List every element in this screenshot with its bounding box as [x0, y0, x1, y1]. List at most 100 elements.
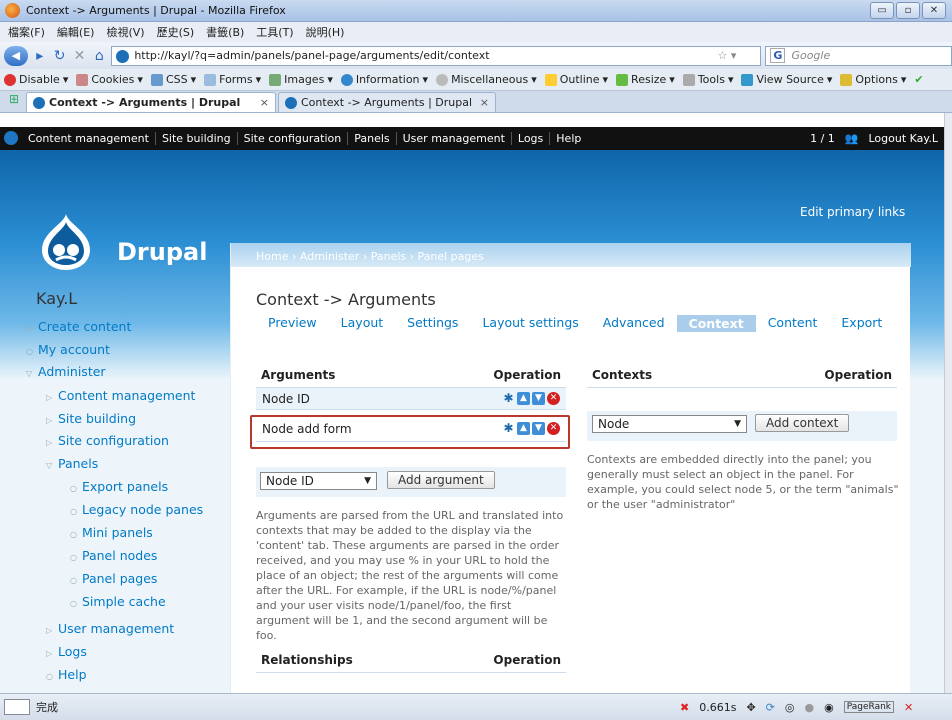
toolbar-disable[interactable]: Disable ▾	[4, 73, 68, 86]
delete-icon[interactable]: ✕	[547, 392, 560, 405]
tab-context[interactable]: Context	[676, 315, 756, 332]
toolbar-images[interactable]: Images ▾	[269, 73, 333, 86]
sidebar-item-my-account[interactable]: ○ My account	[26, 342, 110, 357]
timing-value: 0.661s	[699, 700, 737, 714]
sidebar-item-panel-nodes[interactable]: ○ Panel nodes	[70, 548, 157, 563]
tab-inactive[interactable]: Context -> Arguments | Drupal ×	[278, 92, 496, 112]
tab-close-icon[interactable]: ×	[480, 96, 489, 109]
stop-icon[interactable]: ✕	[72, 48, 88, 64]
chevron-down-icon: ▼	[734, 419, 741, 429]
menu-tools[interactable]: 工具(T)	[256, 24, 293, 40]
sync-icon[interactable]: ⟳	[766, 701, 775, 714]
tools-icon[interactable]: ✥	[746, 701, 755, 714]
menu-history[interactable]: 歷史(S)	[157, 24, 195, 40]
tab-layout-settings[interactable]: Layout settings	[470, 315, 590, 332]
admin-site-building[interactable]: Site building	[156, 132, 238, 145]
sidebar-item-user-management[interactable]: ▷ User management	[46, 621, 174, 636]
breadcrumb[interactable]: Home › Administer › Panels › Panel pages	[231, 243, 911, 267]
forward-dropdown-icon[interactable]: ▸	[32, 48, 48, 64]
bookmark-star-icon[interactable]: ☆ ▾	[718, 49, 737, 62]
drupal-logo-icon[interactable]	[38, 212, 94, 272]
tab-favicon	[33, 96, 45, 109]
close-window-button[interactable]: ✕	[922, 2, 946, 19]
toolbar-information[interactable]: Information ▾	[340, 73, 428, 86]
chevron-down-icon: ▼	[364, 476, 371, 486]
sidebar-item-export-panels[interactable]: ○ Export panels	[70, 479, 168, 494]
vertical-scrollbar[interactable]	[944, 113, 952, 693]
new-tab-icon[interactable]: ⊞	[4, 92, 24, 112]
menu-edit[interactable]: 編輯(E)	[57, 24, 95, 40]
toolbar-view-source[interactable]: View Source ▾	[741, 73, 832, 86]
toolbar-cookies[interactable]: Cookies ▾	[76, 73, 143, 86]
search-box[interactable]: G Google	[765, 45, 952, 66]
tab-export[interactable]: Export	[829, 315, 894, 332]
status-icon	[4, 699, 30, 715]
menu-help[interactable]: 說明(H)	[306, 24, 345, 40]
toolbar-tools[interactable]: Tools ▾	[682, 73, 733, 86]
drupal-icon[interactable]	[4, 131, 18, 145]
admin-help[interactable]: Help	[550, 132, 587, 145]
toolbar-css[interactable]: CSS ▾	[150, 73, 196, 86]
admin-site-configuration[interactable]: Site configuration	[238, 132, 349, 145]
configure-icon[interactable]: ✱	[502, 392, 515, 405]
sidebar-item-content-management[interactable]: ▷ Content management	[46, 388, 195, 403]
admin-logs[interactable]: Logs	[512, 132, 551, 145]
tab-preview[interactable]: Preview	[256, 315, 329, 332]
logout-link[interactable]: Logout Kay.L	[869, 132, 939, 145]
tab-close-icon[interactable]: ×	[260, 96, 269, 109]
sidebar-item-create-content[interactable]: ▷ Create content	[26, 319, 131, 334]
toolbar-forms[interactable]: Forms ▾	[204, 73, 261, 86]
menu-file[interactable]: 檔案(F)	[8, 24, 45, 40]
tab-active[interactable]: Context -> Arguments | Drupal ×	[26, 92, 276, 112]
site-name[interactable]: Drupal	[117, 238, 207, 266]
sidebar-item-panel-pages[interactable]: ○ Panel pages	[70, 571, 157, 586]
url-bar[interactable]: http://kayl/?q=admin/panels/panel-page/a…	[111, 45, 762, 66]
sidebar-item-panels[interactable]: ▽ Panels	[46, 456, 98, 471]
back-button[interactable]: ◀	[4, 45, 28, 66]
tab-layout[interactable]: Layout	[329, 315, 396, 332]
tab-settings[interactable]: Settings	[395, 315, 470, 332]
argument-name: Node ID	[262, 391, 310, 406]
minimize-button[interactable]: ▭	[870, 2, 894, 19]
toolbar-miscellaneous[interactable]: Miscellaneous ▾	[436, 73, 537, 86]
pagerank-label: PageRank	[843, 701, 894, 713]
sidebar-item-simple-cache[interactable]: ○ Simple cache	[70, 594, 166, 609]
toolbar-options[interactable]: Options ▾	[840, 73, 906, 86]
edit-primary-links[interactable]: Edit primary links	[800, 205, 905, 219]
move-down-icon[interactable]: ▼	[532, 392, 545, 405]
tab-advanced[interactable]: Advanced	[591, 315, 677, 332]
search-placeholder: Google	[791, 49, 831, 62]
relationships-header-row: Relationships Operation	[256, 651, 566, 673]
argument-select[interactable]: Node ID ▼	[260, 472, 377, 490]
admin-panels[interactable]: Panels	[348, 132, 397, 145]
close-addon-icon[interactable]: ✕	[904, 701, 913, 714]
sidebar-item-legacy-node-panes[interactable]: ○ Legacy node panes	[70, 502, 203, 517]
move-up-icon[interactable]: ▲	[517, 392, 530, 405]
home-icon[interactable]: ⌂	[91, 48, 107, 64]
menu-bookmarks[interactable]: 書籤(B)	[206, 24, 244, 40]
search-engine-icon[interactable]: G	[770, 48, 786, 63]
maximize-button[interactable]: ▫	[896, 2, 920, 19]
outline-icon	[544, 73, 557, 86]
sidebar-item-logs[interactable]: ▷ Logs	[46, 644, 87, 659]
toolbar-resize[interactable]: Resize ▾	[616, 73, 675, 86]
reload-icon[interactable]: ↻	[52, 48, 68, 64]
circle-icon[interactable]: ●	[805, 701, 815, 714]
tab-content[interactable]: Content	[756, 315, 830, 332]
context-select[interactable]: Node ▼	[592, 415, 747, 433]
admin-user-management[interactable]: User management	[397, 132, 512, 145]
admin-content-management[interactable]: Content management	[22, 132, 156, 145]
sidebar-item-mini-panels[interactable]: ○ Mini panels	[70, 525, 153, 540]
sidebar-item-site-building[interactable]: ▷ Site building	[46, 411, 136, 426]
pagerank-icon[interactable]: ◉	[824, 701, 834, 714]
toolbar-outline[interactable]: Outline ▾	[544, 73, 608, 86]
sidebar-item-site-configuration[interactable]: ▷ Site configuration	[46, 433, 169, 448]
tab-favicon	[285, 96, 297, 109]
sidebar-item-help[interactable]: ○ Help	[46, 667, 87, 682]
menu-view[interactable]: 檢視(V)	[106, 24, 144, 40]
sidebar-item-administer[interactable]: ▽ Administer	[26, 364, 106, 379]
add-argument-button[interactable]: Add argument	[387, 471, 495, 489]
addon-icon[interactable]: ◎	[785, 701, 795, 714]
add-context-button[interactable]: Add context	[755, 414, 850, 432]
error-icon[interactable]: ✖	[680, 701, 689, 714]
